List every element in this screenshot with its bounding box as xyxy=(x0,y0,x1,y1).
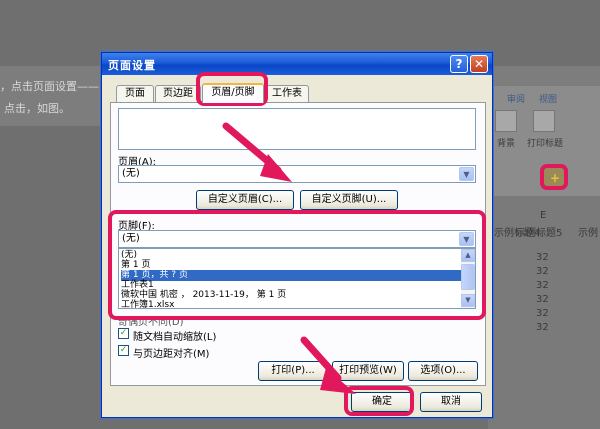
dialog-title: 页面设置 xyxy=(108,59,156,72)
ribbon-button-label: 打印标题 xyxy=(527,139,564,149)
tab-page[interactable]: 页面 xyxy=(116,85,154,102)
cancel-button[interactable]: 取消 xyxy=(420,392,482,412)
cell: 32 xyxy=(536,322,549,333)
tab-margins[interactable]: 页边距 xyxy=(155,85,201,102)
background-text-line: 点击，如图。 xyxy=(4,102,70,115)
tab-sheet[interactable]: 工作表 xyxy=(265,85,309,102)
align-margins-checkbox[interactable]: ✓ xyxy=(118,345,129,356)
plus-icon: + xyxy=(550,171,561,185)
chevron-down-icon[interactable]: ▼ xyxy=(459,167,474,181)
annotation-arrow-icon xyxy=(300,336,356,394)
scale-with-document-label: 随文档自动缩放(L) xyxy=(133,332,217,343)
tab-header-footer[interactable]: 页眉/页脚 xyxy=(202,83,264,103)
custom-footer-button[interactable]: 自定义页脚(U)... xyxy=(300,190,398,210)
column-header: 示例标题5 xyxy=(516,228,563,239)
align-margins-label: 与页边距对齐(M) xyxy=(133,349,210,360)
ribbon-tab-view: 视图 xyxy=(539,95,558,105)
print-titles-icon xyxy=(533,110,555,132)
background-image-icon xyxy=(495,110,517,132)
annotation-arrow-icon xyxy=(222,122,292,182)
header-dropdown-value: (无) xyxy=(122,168,140,179)
highlighted-ribbon-button[interactable]: + xyxy=(540,164,568,190)
cell: 32 xyxy=(536,294,549,305)
custom-header-button[interactable]: 自定义页眉(C)... xyxy=(196,190,294,210)
title-bar[interactable]: 页面设置 ? ✕ xyxy=(102,53,492,75)
cell: 32 xyxy=(536,266,549,277)
column-letter: E xyxy=(540,210,547,221)
help-button[interactable]: ? xyxy=(450,55,468,73)
close-button[interactable]: ✕ xyxy=(470,55,488,73)
background-text-line: ，点击页面设置—— xyxy=(0,80,99,93)
cell: 32 xyxy=(536,280,549,291)
ribbon-button-label: 背景 xyxy=(497,139,516,149)
highlight-footer-section xyxy=(108,210,486,320)
cell: 32 xyxy=(536,308,549,319)
column-header: 示例 xyxy=(578,228,598,239)
ribbon-tab-review: 审阅 xyxy=(507,95,526,105)
options-button[interactable]: 选项(O)... xyxy=(408,361,478,381)
scale-with-document-checkbox[interactable]: ✓ xyxy=(118,328,129,339)
cell: 32 xyxy=(536,252,549,263)
